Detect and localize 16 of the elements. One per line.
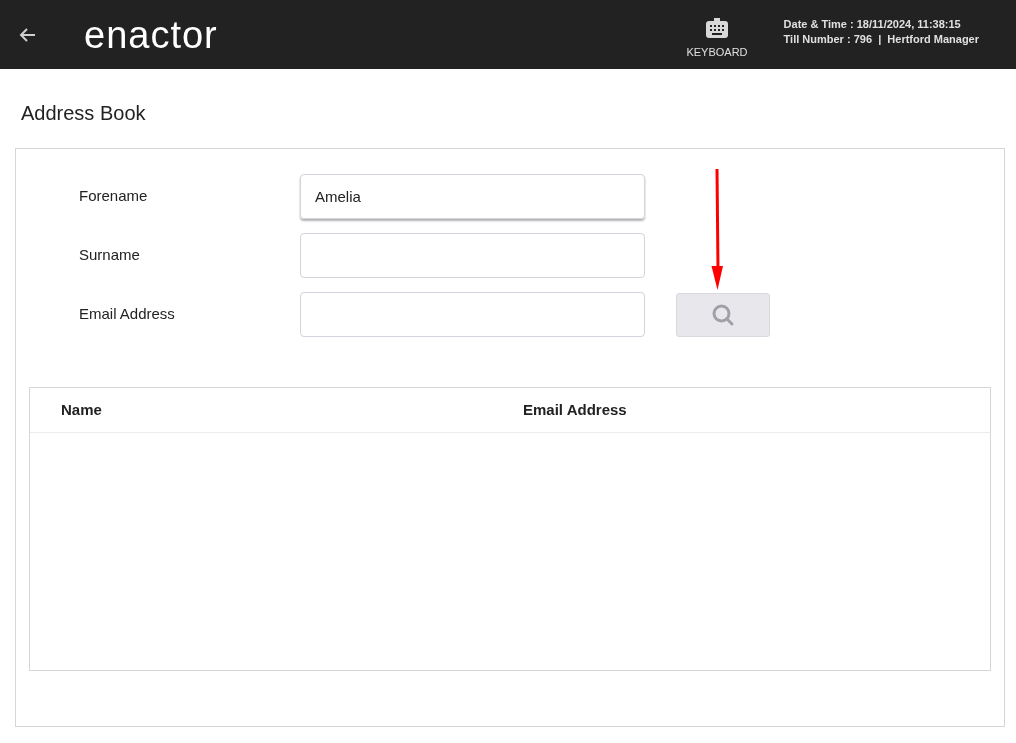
- input-field[interactable]: [300, 292, 645, 337]
- input-field[interactable]: [300, 233, 645, 278]
- keyboard-icon: [706, 18, 728, 39]
- input-field[interactable]: Amelia: [300, 174, 645, 219]
- date-time-text: Date & Time : 18/11/2024, 11:38:15: [783, 16, 962, 32]
- field-label: Email Address: [79, 304, 176, 325]
- field-label: Surname: [79, 245, 141, 266]
- search-button[interactable]: [676, 293, 770, 337]
- till-info-text: Till Number : 796 | Hertford Manager: [783, 31, 979, 47]
- keyboard-button[interactable]: KEYBOARD: [686, 18, 748, 61]
- column-header: Name: [61, 399, 103, 420]
- search-icon: [711, 303, 735, 327]
- column-header: Email Address: [523, 399, 627, 420]
- logo: enactor: [84, 15, 218, 54]
- field-label: Forename: [79, 186, 149, 207]
- page-title: Address Book: [21, 102, 146, 124]
